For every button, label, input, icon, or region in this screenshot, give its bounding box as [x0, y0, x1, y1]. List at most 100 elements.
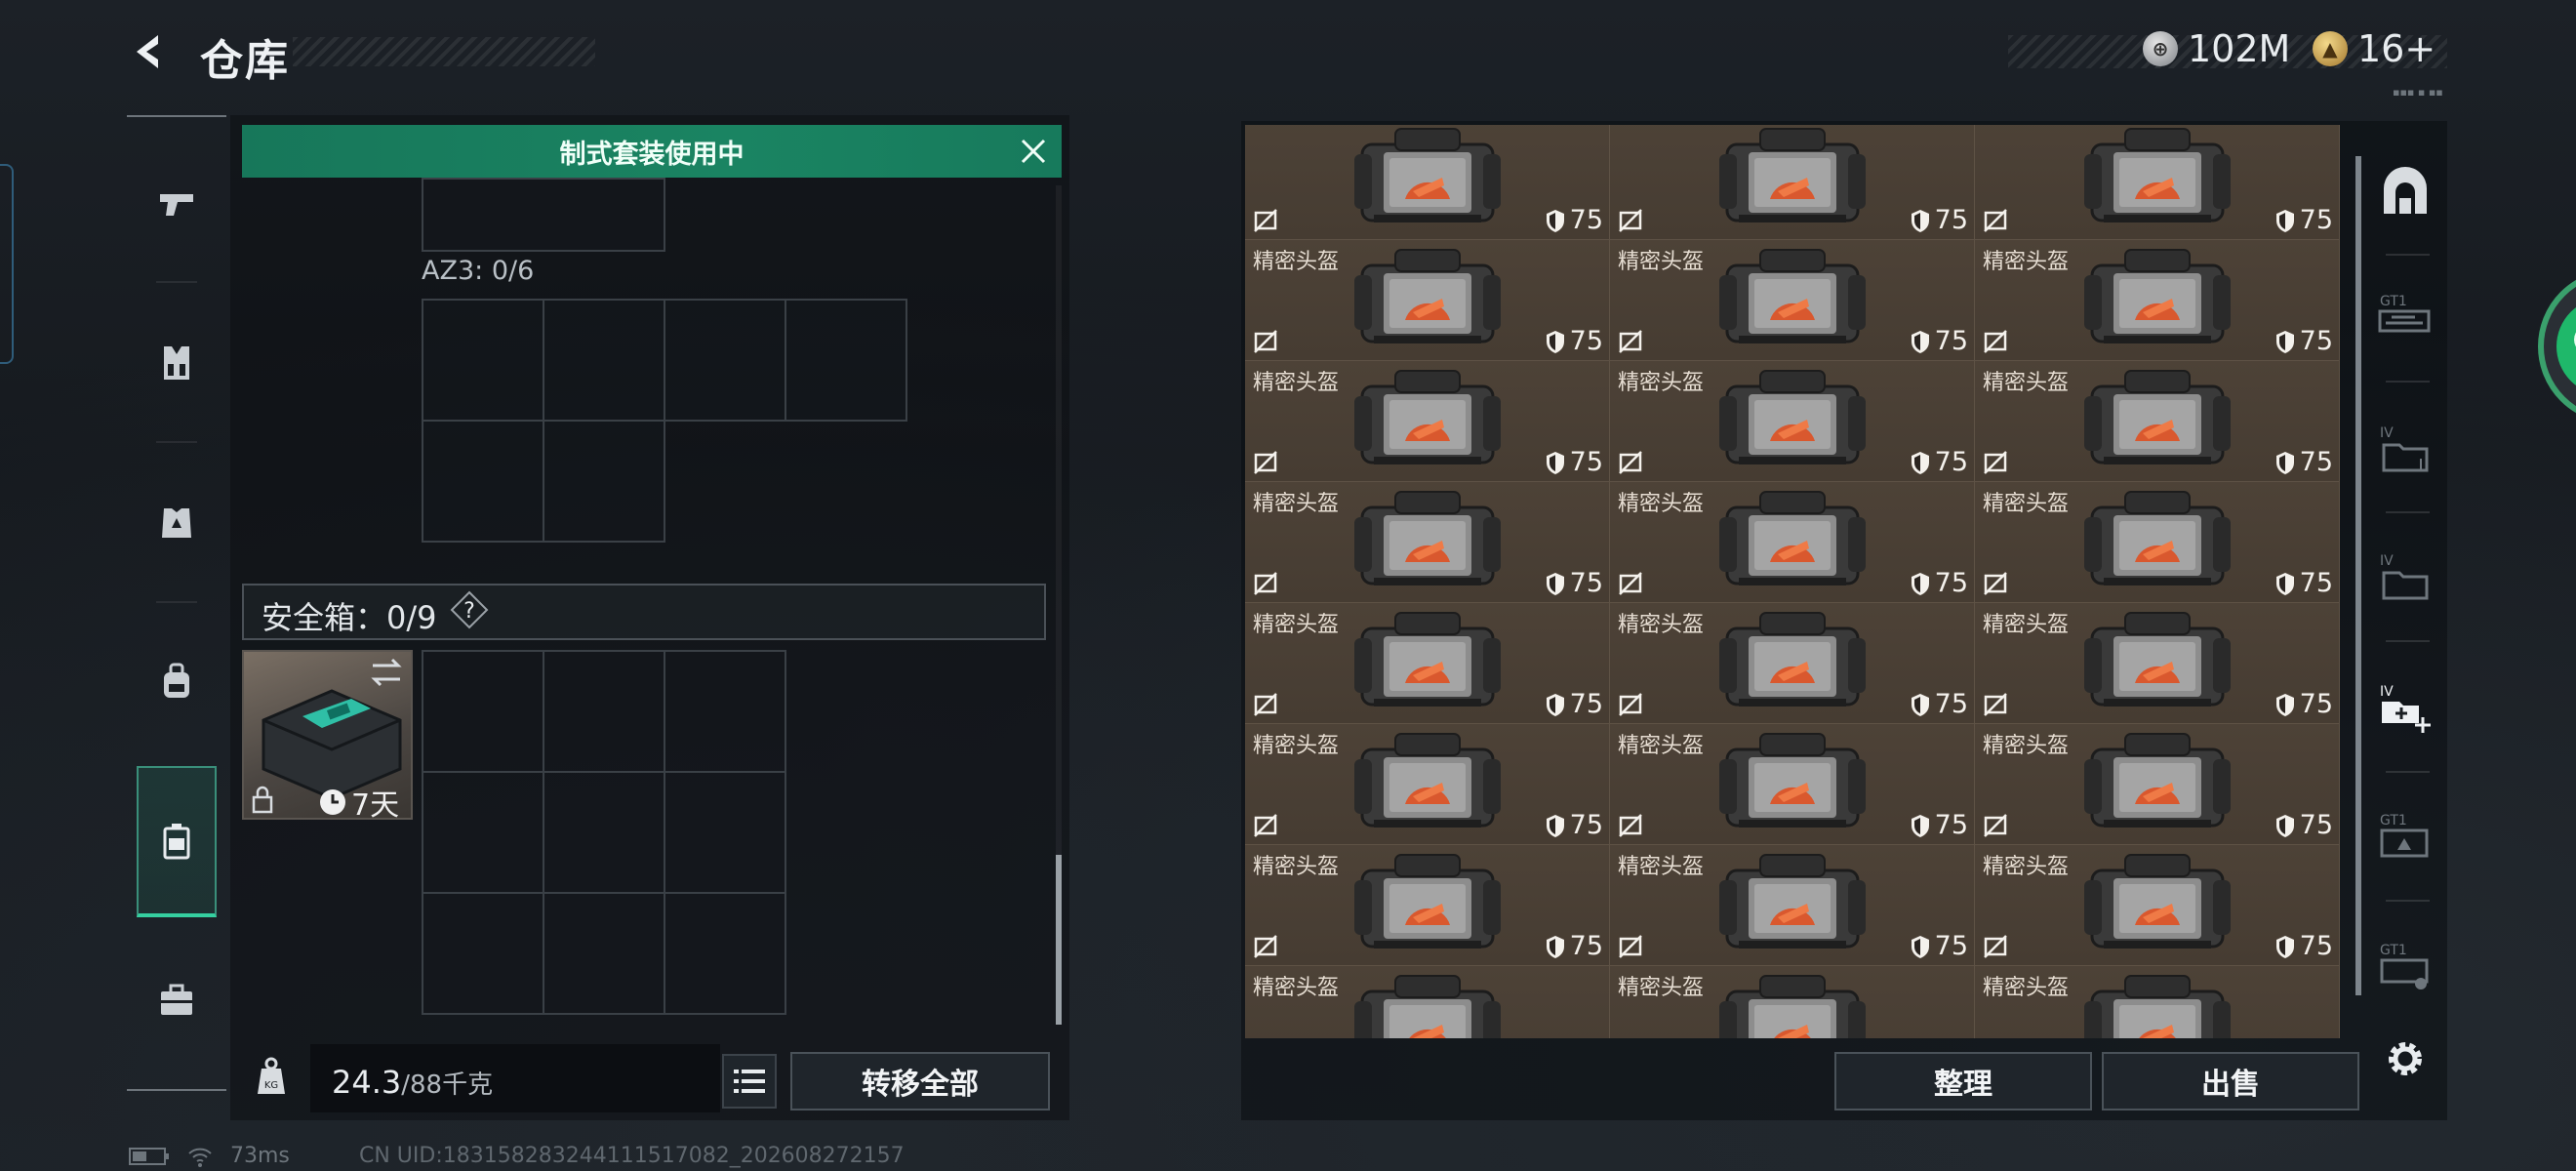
- sidebar-vest[interactable]: [137, 314, 217, 412]
- uid-text: CN UID:18315828324411151708​2_2026082721…: [359, 1144, 905, 1168]
- item-tile[interactable]: 精密头盔 75: [1245, 240, 1610, 361]
- armor-number: 75: [2299, 689, 2333, 719]
- safebox-timer: 7天: [318, 781, 399, 824]
- item-tile[interactable]: 精密头盔 75: [1610, 845, 1975, 966]
- timer-text: 7天: [351, 788, 400, 823]
- no-repair-icon: [1619, 572, 1642, 595]
- item-name: 精密头盔: [1253, 976, 1340, 1000]
- no-repair-icon: [1984, 814, 2007, 837]
- az3-slot[interactable]: [664, 299, 786, 422]
- gold-currency: ▲ 16+: [2313, 27, 2435, 70]
- item-tile[interactable]: 精密头盔 75: [1245, 845, 1610, 966]
- safebox-slot[interactable]: [664, 771, 786, 894]
- swap-icon[interactable]: [367, 656, 406, 689]
- settings-button[interactable]: [2371, 1025, 2439, 1093]
- safebox-slot[interactable]: [422, 650, 544, 773]
- item-tile[interactable]: 精密头盔 75: [1975, 724, 2340, 845]
- item-tile[interactable]: 精密头盔 75: [1975, 845, 2340, 966]
- left-scrollbar-thumb[interactable]: [1056, 855, 1062, 1025]
- item-tile[interactable]: 精密头盔 75: [1610, 361, 1975, 482]
- clock-icon: [320, 789, 345, 815]
- item-image: [1719, 733, 1866, 828]
- safebox-slot[interactable]: [422, 892, 544, 1015]
- close-icon[interactable]: [1015, 133, 1052, 170]
- svg-text:IV: IV: [2380, 553, 2394, 569]
- sidebar-toolbox[interactable]: [137, 951, 217, 1049]
- storage-tab-gt1[interactable]: GT1: [2371, 283, 2439, 351]
- storage-tab-add[interactable]: IV: [2371, 673, 2439, 742]
- no-repair-icon: [1619, 330, 1642, 353]
- toolbox-icon: [161, 984, 192, 1015]
- safebox-slot[interactable]: [543, 892, 665, 1015]
- no-repair-icon: [1254, 330, 1277, 353]
- safebox-slot[interactable]: [543, 650, 665, 773]
- list-view-button[interactable]: [722, 1054, 777, 1109]
- storage-scrollbar-thumb[interactable]: [2355, 156, 2361, 995]
- item-tile[interactable]: 精密头盔 75: [1975, 240, 2340, 361]
- safebox-slot[interactable]: [422, 771, 544, 894]
- item-tile[interactable]: 精密头盔 75: [1975, 966, 2340, 1038]
- no-repair-icon: [1984, 572, 2007, 595]
- item-tile[interactable]: 精密头盔 75: [1975, 603, 2340, 724]
- item-tile[interactable]: 精密头盔 75: [1610, 603, 1975, 724]
- shield-icon: [1911, 814, 1929, 837]
- wifi-icon: [188, 1148, 212, 1167]
- sort-button[interactable]: 整理: [1834, 1052, 2092, 1110]
- storage-tab-gt1-2[interactable]: GT1: [2371, 802, 2439, 870]
- armor-number: 75: [2299, 568, 2333, 598]
- sell-button[interactable]: 出售: [2102, 1052, 2359, 1110]
- sidebar-armor[interactable]: [137, 474, 217, 572]
- item-tile[interactable]: 精密头盔 75: [1610, 482, 1975, 603]
- item-tile[interactable]: 精密头盔 75: [1245, 724, 1610, 845]
- item-tile[interactable]: 精密头盔 75: [1245, 966, 1610, 1038]
- az3-slot[interactable]: [422, 299, 544, 422]
- sidebar-safebox[interactable]: [137, 766, 217, 917]
- loadout-banner: 制式套装使用中: [242, 125, 1062, 178]
- slot-cell[interactable]: [422, 178, 665, 252]
- weight-current: 24.3: [332, 1064, 402, 1101]
- svg-text:KG: KG: [264, 1080, 278, 1091]
- storage-tab-iv-2[interactable]: IV: [2371, 543, 2439, 611]
- item-tile[interactable]: 精密头盔 75: [1610, 724, 1975, 845]
- help-icon[interactable]: ?: [449, 589, 490, 630]
- armor-value: 75: [1545, 689, 1603, 719]
- item-tile[interactable]: 精密头盔 75: [1975, 482, 2340, 603]
- az3-slot[interactable]: [543, 420, 665, 543]
- sidebar-weapon[interactable]: [137, 156, 217, 254]
- shield-icon: [1546, 209, 1564, 232]
- safebox-slot[interactable]: [664, 650, 786, 773]
- safebox-slot[interactable]: [543, 771, 665, 894]
- transfer-all-button[interactable]: 转移全部: [790, 1052, 1050, 1110]
- item-image: [1719, 370, 1866, 464]
- item-tile[interactable]: 精密头盔 75: [1610, 966, 1975, 1038]
- az3-slot[interactable]: [785, 299, 907, 422]
- item-tile[interactable]: 75: [1245, 125, 1610, 240]
- safebox-slot[interactable]: [664, 892, 786, 1015]
- armor-number: 75: [1569, 689, 1603, 719]
- item-tile[interactable]: 精密头盔 75: [1245, 603, 1610, 724]
- item-tile[interactable]: 精密头盔 75: [1975, 361, 2340, 482]
- az3-slot[interactable]: [543, 299, 665, 422]
- az3-slot[interactable]: [422, 420, 544, 543]
- shield-icon: [1911, 693, 1929, 716]
- item-tile[interactable]: 精密头盔 75: [1245, 361, 1610, 482]
- storage-tab-main[interactable]: [2371, 160, 2439, 228]
- storage-tab-gt1-3[interactable]: GT1: [2371, 932, 2439, 1000]
- gun-case-icon: GT1: [2378, 294, 2431, 333]
- item-tile[interactable]: 75: [1975, 125, 2340, 240]
- shield-icon: [1546, 451, 1564, 474]
- storage-tab-iv-1[interactable]: IV: [2371, 415, 2439, 483]
- back-arrow-icon[interactable]: [125, 27, 174, 76]
- svg-text:GT1: GT1: [2380, 294, 2407, 309]
- item-image: [1354, 854, 1501, 949]
- chat-button[interactable]: [2537, 263, 2576, 429]
- armor-value: 75: [1545, 568, 1603, 598]
- armor-value: 75: [1545, 931, 1603, 961]
- armor-number: 75: [1934, 568, 1968, 598]
- sidebar-backpack[interactable]: [137, 632, 217, 730]
- item-tile[interactable]: 精密头盔 75: [1245, 482, 1610, 603]
- shield-icon: [1911, 451, 1929, 474]
- item-tile[interactable]: 75: [1610, 125, 1975, 240]
- item-tile[interactable]: 精密头盔 75: [1610, 240, 1975, 361]
- gold-amount: 16+: [2357, 27, 2436, 70]
